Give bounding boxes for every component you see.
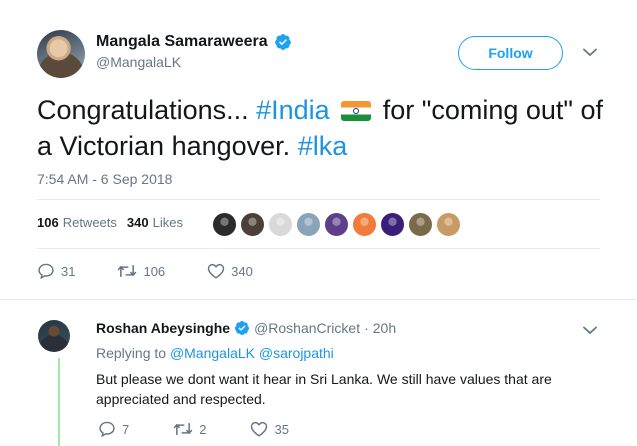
author-handle[interactable]: @MangalaLK (96, 54, 181, 70)
reply-text: But please we dont want it hear in Sri L… (96, 371, 552, 407)
retweets-stat[interactable]: 106 Retweets (37, 215, 117, 230)
liker-avatar[interactable] (268, 212, 293, 237)
reply-icon (38, 263, 54, 279)
retweet-button[interactable]: 2 (173, 421, 206, 437)
liker-avatar[interactable] (436, 212, 461, 237)
like-icon (207, 263, 225, 279)
verified-badge-icon (235, 321, 250, 335)
reply-icon (99, 421, 115, 437)
retweet-icon (118, 264, 137, 278)
reply-button[interactable]: 7 (98, 421, 129, 437)
divider (37, 199, 600, 200)
tweet-timestamp[interactable]: 7:54 AM - 6 Sep 2018 (37, 171, 172, 187)
tweet-text: Congratulations... #India for "coming ou… (37, 92, 607, 164)
reply-author-handle[interactable]: @RoshanCricket (254, 320, 360, 336)
chevron-down-icon (583, 326, 597, 334)
likes-count: 340 (126, 215, 149, 230)
reply-dot: · (364, 320, 369, 336)
follow-button[interactable]: Follow (458, 36, 563, 70)
chevron-down-icon (583, 48, 597, 56)
avatar[interactable] (38, 320, 70, 352)
main-tweet: Mangala Samaraweera @MangalaLK Follow Co… (0, 0, 637, 298)
reply-header: Roshan Abeysinghe @RoshanCricket · 20h (96, 320, 396, 336)
retweet-count: 106 (143, 263, 166, 279)
like-button[interactable]: 35 (250, 421, 289, 437)
replying-prefix: Replying to (96, 345, 170, 361)
more-options-button[interactable] (580, 44, 600, 60)
liker-avatar[interactable] (352, 212, 377, 237)
retweet-icon (174, 422, 193, 436)
more-options-button[interactable] (580, 322, 600, 338)
liker-avatar[interactable] (380, 212, 405, 237)
like-count: 340 (231, 263, 253, 279)
tweet-stats: 106 Retweets 340 Likes (37, 215, 193, 230)
verified-badge-icon (274, 34, 291, 50)
hashtag-link[interactable]: #lka (298, 131, 348, 161)
replying-to: Replying to @MangalaLK @sarojpathi (96, 345, 334, 361)
likes-label: Likes (152, 215, 183, 230)
reply-author-name[interactable]: Roshan Abeysinghe (96, 320, 230, 336)
divider (0, 299, 637, 300)
reply-button[interactable]: 31 (37, 263, 75, 279)
retweets-label: Retweets (62, 215, 117, 230)
liker-avatar[interactable] (296, 212, 321, 237)
author-name-row[interactable]: Mangala Samaraweera (96, 33, 292, 51)
tweet-page: Mangala Samaraweera @MangalaLK Follow Co… (0, 0, 637, 446)
retweets-count: 106 (37, 215, 59, 230)
liker-avatar[interactable] (324, 212, 349, 237)
mention-link[interactable]: @MangalaLK (170, 345, 255, 361)
reply-actions: 7 2 35 (98, 421, 333, 437)
like-count: 35 (274, 421, 289, 437)
liker-avatar[interactable] (240, 212, 265, 237)
tweet-text-part: Congratulations... (37, 95, 257, 125)
reply-time[interactable]: 20h (373, 320, 396, 336)
reply-count: 7 (122, 421, 130, 437)
thread-line (58, 358, 60, 446)
retweet-button[interactable]: 106 (117, 263, 165, 279)
likers-avatars (212, 212, 461, 237)
avatar[interactable] (37, 30, 85, 78)
retweet-count: 2 (199, 421, 207, 437)
hashtag-link[interactable]: #India (256, 95, 330, 125)
likes-stat[interactable]: 340 Likes (127, 215, 183, 230)
india-flag-icon (341, 101, 372, 121)
like-button[interactable]: 340 (207, 263, 253, 279)
mention-link[interactable]: @sarojpathi (259, 345, 334, 361)
tweet-actions: 31 106 340 (37, 263, 295, 279)
liker-avatar[interactable] (212, 212, 237, 237)
reply-count: 31 (61, 263, 76, 279)
like-icon (251, 421, 268, 437)
liker-avatar[interactable] (408, 212, 433, 237)
author-name[interactable]: Mangala Samaraweera (96, 33, 268, 51)
divider (37, 248, 600, 249)
